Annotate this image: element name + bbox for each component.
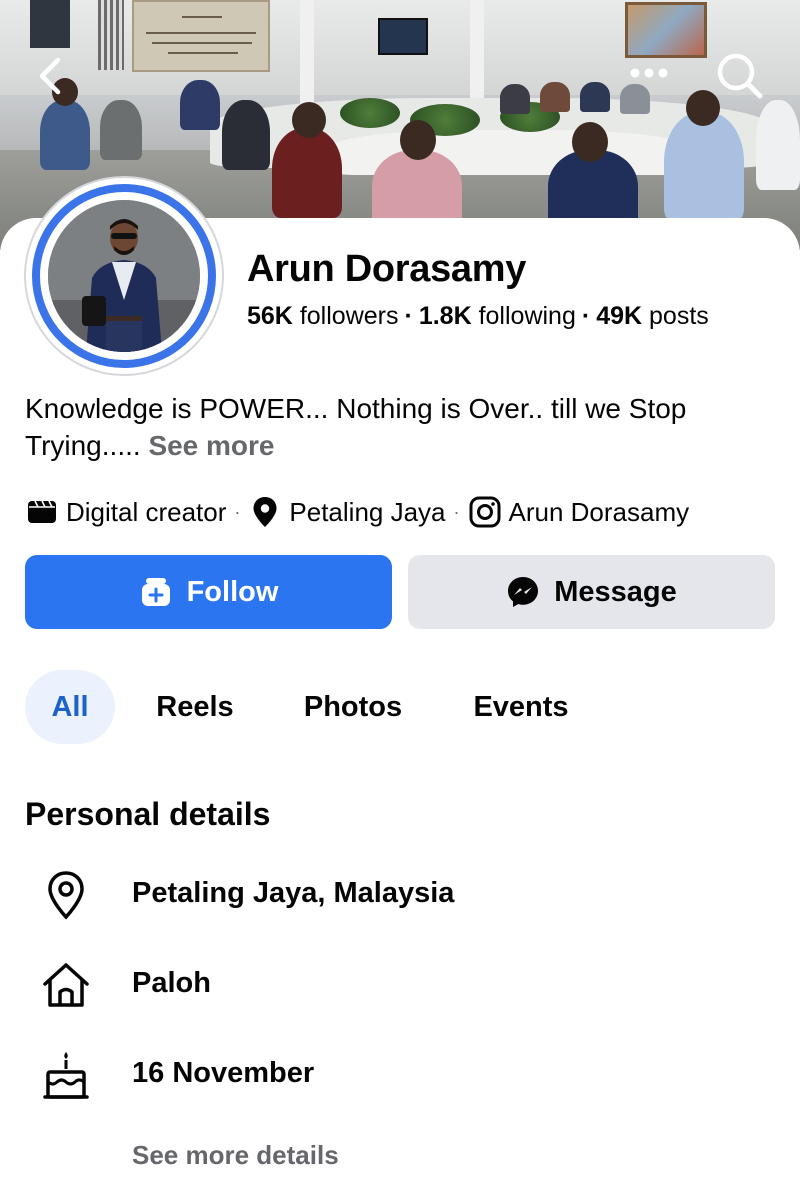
cover-person [756,100,800,190]
followers-count: 56K [247,302,293,330]
tab-reels[interactable]: Reels [143,670,247,744]
follow-button[interactable]: Follow [25,555,392,629]
home-icon [36,960,96,1010]
personal-details-title: Personal details [25,796,271,832]
meta-separator: · [234,501,241,522]
cover-map-frame [625,2,707,58]
cover-person [500,84,530,114]
birthday-cake-icon [36,1050,96,1100]
posts-label: posts [649,302,709,330]
profile-name: Arun Dorasamy [247,248,527,290]
cover-person [540,82,570,112]
profile-stats: 56K followers · 1.8K following · 49K posts [247,300,709,332]
cover-person-head [400,120,436,160]
cover-person [580,82,610,112]
avatar-story-ring [32,184,216,368]
followers-stat[interactable]: 56K followers [247,302,398,330]
tab-photos[interactable]: Photos [289,670,417,744]
stats-separator: · [404,302,413,330]
cover-person [664,112,744,222]
meta-separator: · [453,501,460,522]
profile-meta-row: Digital creator · Petaling Jaya · Arun D… [25,493,689,531]
bio-text: Knowledge is POWER... Nothing is Over.. … [25,393,687,461]
cover-faculty-board [132,0,270,72]
cover-screen-left [30,0,70,48]
stats-separator: · [581,302,591,330]
cover-person [222,100,270,170]
detail-hometown: Paloh [0,954,800,1014]
meta-instagram-text: Arun Dorasamy [508,496,690,527]
detail-current-city-text: Petaling Jaya, Malaysia [132,877,455,909]
posts-count: 49K [596,302,643,330]
following-stat[interactable]: 1.8K following [419,302,576,330]
more-options-button[interactable] [624,58,674,88]
cover-person [40,100,90,170]
meta-category-text: Digital creator [66,496,227,527]
detail-birthday: 16 November [0,1044,800,1104]
back-button[interactable] [30,52,70,100]
cover-person [180,80,220,130]
search-button[interactable] [712,48,768,104]
cover-person-head [292,102,326,138]
meta-location[interactable]: Petaling Jaya [248,495,446,529]
following-count: 1.8K [418,302,472,330]
profile-bio: Knowledge is POWER... Nothing is Over.. … [25,390,785,464]
bio-see-more-link[interactable]: See more [148,430,274,461]
detail-current-city: Petaling Jaya, Malaysia [0,864,800,924]
follow-icon [139,575,173,609]
clapperboard-icon [25,495,59,529]
posts-stat[interactable]: 49K posts [596,302,709,330]
followers-label: followers [299,302,399,330]
meta-instagram[interactable]: Arun Dorasamy [468,495,690,529]
tab-all[interactable]: All [25,670,115,744]
cover-person [100,100,142,160]
avatar-photo [48,200,200,352]
see-more-details-link[interactable]: See more details [132,1138,339,1172]
detail-hometown-text: Paloh [132,967,211,999]
profile-avatar[interactable] [24,176,224,376]
cover-person [620,84,650,114]
location-pin-icon [248,495,282,529]
messenger-icon [506,575,540,609]
following-label: following [478,302,576,330]
cover-shelf [98,0,124,70]
location-pin-icon [36,870,96,920]
tab-events[interactable]: Events [461,670,581,744]
instagram-icon [468,495,502,529]
detail-birthday-text: 16 November [132,1057,315,1089]
cover-plant [340,98,400,128]
cover-person [272,128,342,218]
search-icon [717,53,763,99]
more-dots-icon [630,68,668,78]
message-label: Message [554,575,677,608]
avatar-person-figure [48,200,200,352]
follow-label: Follow [186,575,279,608]
cover-tv [378,18,428,55]
chevron-left-icon [39,57,61,95]
message-button[interactable]: Message [408,555,775,629]
meta-category: Digital creator [25,495,226,529]
cover-person-head [572,122,608,162]
meta-location-text: Petaling Jaya [289,496,446,527]
